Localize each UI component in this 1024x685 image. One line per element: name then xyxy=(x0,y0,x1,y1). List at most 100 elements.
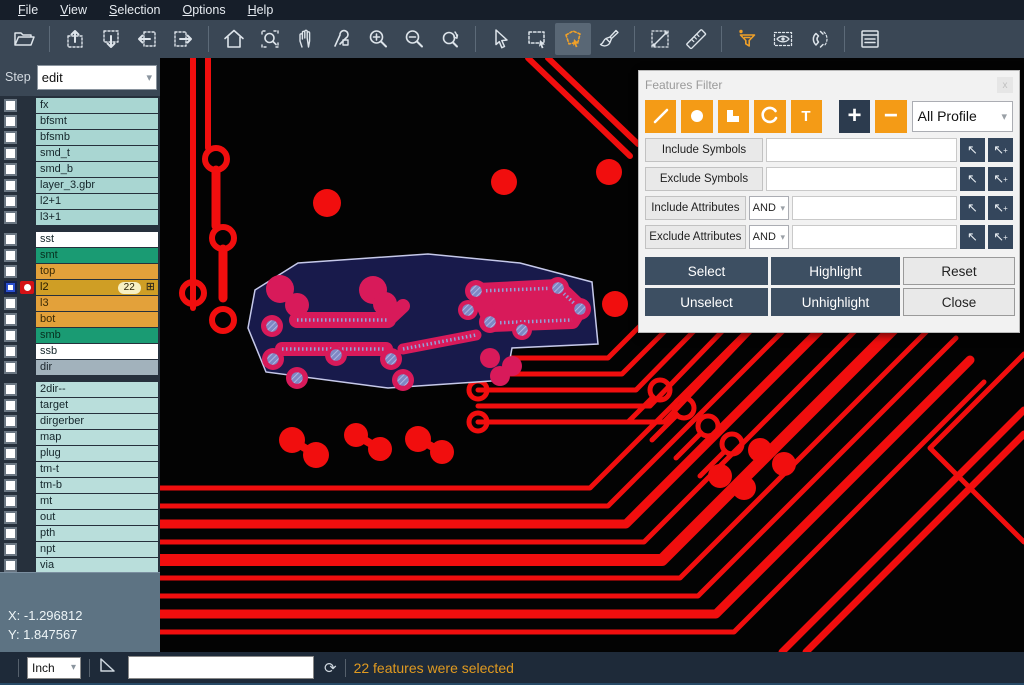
layer-name-fx[interactable]: fx xyxy=(36,98,158,113)
layer-name-ssb[interactable]: ssb xyxy=(36,344,158,359)
exclude-attributes-pick-add-button[interactable]: ↖+ xyxy=(988,225,1013,249)
menu-options[interactable]: Options xyxy=(172,2,235,18)
layer-name-smd_t[interactable]: smd_t xyxy=(36,146,158,161)
layer-checkbox-ssb[interactable] xyxy=(4,345,17,358)
layer-checkbox-bfsmt[interactable] xyxy=(4,115,17,128)
layer-checkbox-l3[interactable] xyxy=(4,297,17,310)
exclude-attributes-input[interactable] xyxy=(792,225,957,249)
layer-name-smt[interactable]: smt xyxy=(36,248,158,263)
layer-name-top[interactable]: top xyxy=(36,264,158,279)
layer-checkbox-tm-t[interactable] xyxy=(4,463,17,476)
polarity-negative-button[interactable]: − xyxy=(875,100,906,133)
include-attributes-input[interactable] xyxy=(792,196,957,220)
include-symbols-input[interactable] xyxy=(766,138,957,162)
include-attributes-pick-button[interactable]: ↖ xyxy=(960,196,985,220)
include-symbols-pick-button[interactable]: ↖ xyxy=(960,138,985,162)
layer-checkbox-2dir--[interactable] xyxy=(4,383,17,396)
toolbar-select-rectangle-button[interactable] xyxy=(519,23,555,55)
filter-type-pad-button[interactable] xyxy=(681,100,712,133)
close-button[interactable]: Close xyxy=(903,288,1015,316)
toolbar-clear-brush-button[interactable] xyxy=(591,23,627,55)
toolbar-step-right-button[interactable] xyxy=(165,23,201,55)
layer-checkbox-smd_b[interactable] xyxy=(4,163,17,176)
exclude-symbols-pick-add-button[interactable]: ↖+ xyxy=(988,167,1013,191)
layer-checkbox-plug[interactable] xyxy=(4,447,17,460)
include-symbols-button[interactable]: Include Symbols xyxy=(645,138,763,162)
layer-checkbox-smb[interactable] xyxy=(4,329,17,342)
toolbar-features-filter-button[interactable] xyxy=(729,23,765,55)
include-attributes-and-select[interactable]: AND▾ xyxy=(749,196,789,220)
layer-name-pth[interactable]: pth xyxy=(36,526,158,541)
toolbar-open-folder-button[interactable] xyxy=(6,23,42,55)
layer-name-dirgerber[interactable]: dirgerber xyxy=(36,414,158,429)
layer-name-bot[interactable]: bot xyxy=(36,312,158,327)
layer-checkbox-bot[interactable] xyxy=(4,313,17,326)
layer-name-l2+1[interactable]: l2+1 xyxy=(36,194,158,209)
grid-icon[interactable]: ⊞ xyxy=(146,281,155,294)
layer-name-bfsmb[interactable]: bfsmb xyxy=(36,130,158,145)
layer-checkbox-tm-b[interactable] xyxy=(4,479,17,492)
layer-checkbox-l2[interactable] xyxy=(4,281,17,294)
polarity-positive-button[interactable]: + xyxy=(839,100,870,133)
layer-checkbox-sst[interactable] xyxy=(4,233,17,246)
layer-checkbox-map[interactable] xyxy=(4,431,17,444)
close-icon[interactable]: x xyxy=(997,77,1013,93)
toolbar-view-eye-button[interactable] xyxy=(765,23,801,55)
toolbar-zoom-in-button[interactable] xyxy=(360,23,396,55)
layer-name-target[interactable]: target xyxy=(36,398,158,413)
layer-checkbox-layer_3.gbr[interactable] xyxy=(4,179,17,192)
menu-selection[interactable]: Selection xyxy=(99,2,170,18)
exclude-attributes-and-select[interactable]: AND▾ xyxy=(749,225,789,249)
layer-name-dir[interactable]: dir xyxy=(36,360,158,375)
filter-type-text-button[interactable]: T xyxy=(791,100,822,133)
unselect-button[interactable]: Unselect xyxy=(645,288,768,316)
toolbar-home-view-button[interactable] xyxy=(216,23,252,55)
exclude-attributes-pick-button[interactable]: ↖ xyxy=(960,225,985,249)
layer-name-tm-t[interactable]: tm-t xyxy=(36,462,158,477)
toolbar-export-up-button[interactable] xyxy=(57,23,93,55)
reset-button[interactable]: Reset xyxy=(903,257,1015,285)
menu-file[interactable]: File xyxy=(8,2,48,18)
layer-name-l2[interactable]: l222⊞ xyxy=(36,280,158,295)
exclude-symbols-input[interactable] xyxy=(766,167,957,191)
layer-checkbox-pth[interactable] xyxy=(4,527,17,540)
toolbar-import-down-button[interactable] xyxy=(93,23,129,55)
exclude-symbols-button[interactable]: Exclude Symbols xyxy=(645,167,763,191)
toolbar-zoom-window-button[interactable] xyxy=(252,23,288,55)
toolbar-layers-panel-button[interactable] xyxy=(852,23,888,55)
layer-name-via[interactable]: via xyxy=(36,558,158,573)
layer-name-out[interactable]: out xyxy=(36,510,158,525)
layer-checkbox-mt[interactable] xyxy=(4,495,17,508)
unhighlight-button[interactable]: Unhighlight xyxy=(771,288,900,316)
layer-name-l3[interactable]: l3 xyxy=(36,296,158,311)
exclude-symbols-pick-button[interactable]: ↖ xyxy=(960,167,985,191)
highlight-button[interactable]: Highlight xyxy=(771,257,900,285)
layer-checkbox-l3+1[interactable] xyxy=(4,211,17,224)
toolbar-zoom-out-button[interactable] xyxy=(396,23,432,55)
unit-select[interactable]: Inch ▾ xyxy=(27,657,81,679)
layer-name-smd_b[interactable]: smd_b xyxy=(36,162,158,177)
filter-type-surface-button[interactable] xyxy=(718,100,749,133)
toolbar-measure-points-button[interactable] xyxy=(642,23,678,55)
layer-checkbox-target[interactable] xyxy=(4,399,17,412)
exclude-attributes-button[interactable]: Exclude Attributes xyxy=(645,225,746,249)
layer-checkbox-dir[interactable] xyxy=(4,361,17,374)
menu-view[interactable]: View xyxy=(50,2,97,18)
layer-checkbox-smd_t[interactable] xyxy=(4,147,17,160)
layer-name-sst[interactable]: sst xyxy=(36,232,158,247)
toolbar-step-left-button[interactable] xyxy=(129,23,165,55)
include-attributes-button[interactable]: Include Attributes xyxy=(645,196,746,220)
filter-type-line-button[interactable] xyxy=(645,100,676,133)
dialog-titlebar[interactable]: Features Filter x xyxy=(645,75,1013,95)
layer-name-2dir--[interactable]: 2dir-- xyxy=(36,382,158,397)
layer-name-bfsmt[interactable]: bfsmt xyxy=(36,114,158,129)
toolbar-select-polygon-button[interactable] xyxy=(555,23,591,55)
layer-checkbox-fx[interactable] xyxy=(4,99,17,112)
layer-name-tm-b[interactable]: tm-b xyxy=(36,478,158,493)
step-select[interactable]: edit ▾ xyxy=(37,65,157,90)
layer-name-layer_3.gbr[interactable]: layer_3.gbr xyxy=(36,178,158,193)
toolbar-snap-magnet-button[interactable] xyxy=(801,23,837,55)
toolbar-zoom-polygon-button[interactable] xyxy=(324,23,360,55)
layer-name-smb[interactable]: smb xyxy=(36,328,158,343)
profile-select[interactable]: All Profile▾ xyxy=(912,101,1013,132)
